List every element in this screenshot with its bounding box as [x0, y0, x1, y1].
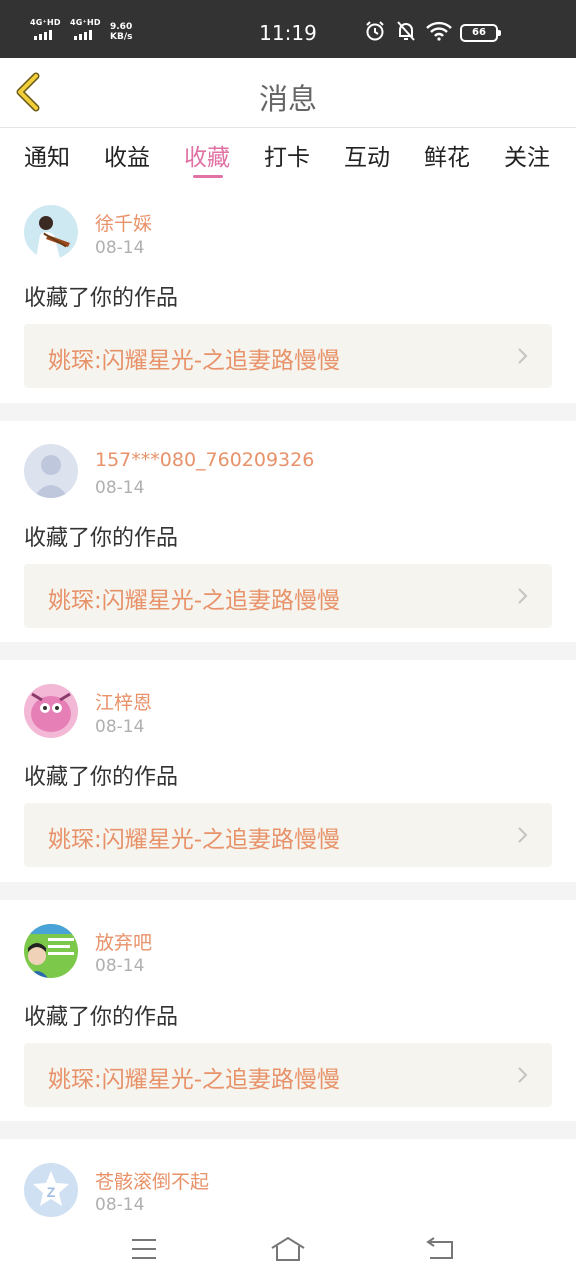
system-nav-bar [0, 1220, 576, 1280]
separator [0, 882, 576, 900]
work-title: 姚琛:闪耀星光-之追妻路慢慢 [48, 588, 341, 614]
date: 08-14 [95, 1195, 145, 1215]
chevron-right-icon [518, 588, 528, 604]
work-title: 姚琛:闪耀星光-之追妻路慢慢 [48, 1067, 341, 1093]
work-link[interactable]: 姚琛:闪耀星光-之追妻路慢慢 [24, 803, 552, 867]
home-icon[interactable] [268, 1234, 308, 1264]
tab-bar: 通知 收益 收藏 打卡 互动 鲜花 关注 [0, 128, 576, 182]
tab-flowers[interactable]: 鲜花 [424, 138, 470, 172]
action-text: 收藏了你的作品 [24, 286, 179, 311]
tab-active-indicator [193, 175, 223, 178]
status-bar: 4G⁺HD 4G⁺HD 9.60 KB/s 11:19 66 [0, 0, 576, 58]
user-name[interactable]: 徐千婇 [95, 209, 152, 236]
work-title: 姚琛:闪耀星光-之追妻路慢慢 [48, 348, 341, 374]
tab-favorites[interactable]: 收藏 [184, 138, 230, 172]
separator [0, 403, 576, 421]
date: 08-14 [95, 717, 145, 737]
avatar[interactable] [24, 444, 78, 498]
separator [0, 642, 576, 660]
date: 08-14 [95, 238, 145, 258]
tab-earnings[interactable]: 收益 [104, 138, 150, 172]
avatar[interactable]: Z [24, 1163, 78, 1217]
user-name[interactable]: 157***080_760209326 [95, 449, 314, 471]
chevron-right-icon [518, 1067, 528, 1083]
tab-checkin[interactable]: 打卡 [264, 138, 310, 172]
work-title: 姚琛:闪耀星光-之追妻路慢慢 [48, 827, 341, 853]
user-name[interactable]: 江梓恩 [95, 688, 152, 715]
back-icon[interactable] [420, 1234, 460, 1264]
mute-bell-icon [397, 21, 415, 41]
user-name[interactable]: 苍骸滚倒不起 [95, 1167, 209, 1194]
work-link[interactable]: 姚琛:闪耀星光-之追妻路慢慢 [24, 1043, 552, 1107]
wifi-icon [426, 21, 452, 41]
tab-follows[interactable]: 关注 [504, 138, 550, 172]
action-text: 收藏了你的作品 [24, 526, 179, 551]
date: 08-14 [95, 478, 145, 498]
action-text: 收藏了你的作品 [24, 765, 179, 790]
notification-card: 放弃吧 08-14 收藏了你的作品 姚琛:闪耀星光-之追妻路慢慢 [0, 900, 576, 1121]
separator [0, 1121, 576, 1139]
date: 08-14 [95, 956, 145, 976]
notification-card: Z 苍骸滚倒不起 08-14 [0, 1139, 576, 1220]
avatar[interactable] [24, 205, 78, 259]
menu-icon[interactable] [124, 1234, 164, 1264]
svg-text:Z: Z [47, 1184, 56, 1200]
user-name[interactable]: 放弃吧 [95, 928, 152, 955]
alarm-icon [366, 21, 384, 41]
chevron-right-icon [518, 348, 528, 364]
avatar[interactable] [24, 924, 78, 978]
tab-interaction[interactable]: 互动 [344, 138, 390, 172]
avatar[interactable] [24, 684, 78, 738]
notification-card: 157***080_760209326 08-14 收藏了你的作品 姚琛:闪耀星… [0, 421, 576, 642]
work-link[interactable]: 姚琛:闪耀星光-之追妻路慢慢 [24, 564, 552, 628]
work-link[interactable]: 姚琛:闪耀星光-之追妻路慢慢 [24, 324, 552, 388]
page-title: 消息 [258, 82, 317, 116]
header: 消息 [0, 58, 576, 128]
notification-card: 徐千婇 08-14 收藏了你的作品 姚琛:闪耀星光-之追妻路慢慢 [0, 188, 576, 403]
action-text: 收藏了你的作品 [24, 1005, 179, 1030]
battery-indicator: 66 [460, 24, 501, 42]
notification-card: 江梓恩 08-14 收藏了你的作品 姚琛:闪耀星光-之追妻路慢慢 [0, 660, 576, 882]
tab-notifications[interactable]: 通知 [24, 138, 70, 172]
chevron-right-icon [518, 827, 528, 843]
